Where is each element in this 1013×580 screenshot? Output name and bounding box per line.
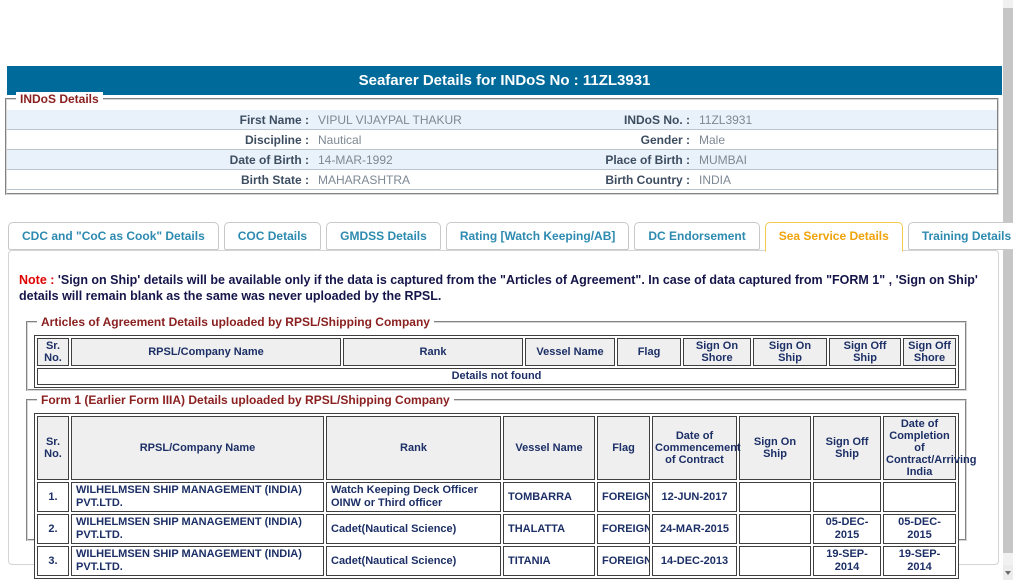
form1-header-completion: Date of Completion of Contract/Arriving … <box>883 416 956 480</box>
gender-label: Gender : <box>564 130 690 149</box>
tab-rating-watch-keeping[interactable]: Rating [Watch Keeping/AB] <box>446 222 630 250</box>
row3-flag: FOREIGN <box>597 546 650 576</box>
articles-header-flag: Flag <box>617 338 681 366</box>
row1-rank: Watch Keeping Deck Officer OINW or Third… <box>326 482 501 512</box>
row3-sign-off-ship: 19-SEP-2014 <box>813 546 881 576</box>
row2-commencement: 24-MAR-2015 <box>652 514 737 544</box>
tab-coc-details[interactable]: COC Details <box>224 222 321 250</box>
form1-row-2: 2. WILHELMSEN SHIP MANAGEMENT (INDIA) PV… <box>37 514 956 544</box>
gender-value: Male <box>690 130 997 149</box>
form1-header-vessel: Vessel Name <box>503 416 595 480</box>
form1-header-sign-off-ship: Sign Off Ship <box>813 416 881 480</box>
page-title: Seafarer Details for INDoS No : 11ZL3931 <box>7 66 1002 95</box>
row1-company: WILHELMSEN SHIP MANAGEMENT (INDIA) PVT.L… <box>71 482 324 512</box>
row1-flag: FOREIGN <box>597 482 650 512</box>
vertical-scrollbar[interactable] <box>1003 0 1013 580</box>
indos-details-fieldset: INDoS Details First Name : VIPUL VIJAYPA… <box>5 98 999 195</box>
articles-empty-row: Details not found <box>37 368 956 385</box>
row3-sign-on-ship <box>739 546 811 576</box>
articles-header-sign-on-shore: Sign On Shore <box>683 338 751 366</box>
scroll-down-button[interactable] <box>1003 565 1013 580</box>
tab-cdc-coc-as-cook[interactable]: CDC and "CoC as Cook" Details <box>8 222 219 250</box>
row1-commencement: 12-JUN-2017 <box>652 482 737 512</box>
row2-vessel: THALATTA <box>503 514 595 544</box>
first-name-value: VIPUL VIJAYPAL THAKUR <box>309 110 564 129</box>
row1-sr-no: 1. <box>37 482 69 512</box>
tab-gmdss-details[interactable]: GMDSS Details <box>326 222 441 250</box>
form1-header-rank: Rank <box>326 416 501 480</box>
articles-legend: Articles of Agreement Details uploaded b… <box>37 315 434 329</box>
birth-country-value: INDIA <box>690 170 997 189</box>
articles-table: Sr. No. RPSL/Company Name Rank Vessel Na… <box>34 335 959 388</box>
articles-header-sign-off-ship: Sign Off Ship <box>829 338 901 366</box>
row1-vessel: TOMBARRA <box>503 482 595 512</box>
form1-header-sr-no: Sr. No. <box>37 416 69 480</box>
details-not-found-message: Details not found <box>37 368 956 385</box>
articles-header-company: RPSL/Company Name <box>71 338 341 366</box>
sign-on-ship-note: Note : 'Sign on Ship' details will be av… <box>19 273 987 304</box>
row1-completion <box>883 482 956 512</box>
indos-details-legend: INDoS Details <box>16 92 103 106</box>
row2-sign-on-ship <box>739 514 811 544</box>
form1-row-3: 3. WILHELMSEN SHIP MANAGEMENT (INDIA) PV… <box>37 546 956 576</box>
date-of-birth-value: 14-MAR-1992 <box>309 150 564 169</box>
form1-header-row: Sr. No. RPSL/Company Name Rank Vessel Na… <box>37 416 956 480</box>
date-of-birth-label: Date of Birth : <box>7 150 309 169</box>
row2-sign-off-ship: 05-DEC-2015 <box>813 514 881 544</box>
scrollbar-thumb[interactable] <box>1003 8 1013 553</box>
tab-dc-endorsement[interactable]: DC Endorsement <box>634 222 759 250</box>
articles-header-vessel: Vessel Name <box>525 338 615 366</box>
articles-header-rank: Rank <box>343 338 523 366</box>
arrow-down-icon <box>1005 571 1011 575</box>
indos-row-name: First Name : VIPUL VIJAYPAL THAKUR INDoS… <box>7 110 997 130</box>
form1-header-sign-on-ship: Sign On Ship <box>739 416 811 480</box>
form1-legend: Form 1 (Earlier Form IIIA) Details uploa… <box>37 393 454 407</box>
row3-commencement: 14-DEC-2013 <box>652 546 737 576</box>
note-text: 'Sign on Ship' details will be available… <box>19 273 978 303</box>
form1-fieldset: Form 1 (Earlier Form IIIA) Details uploa… <box>26 399 967 541</box>
row2-sr-no: 2. <box>37 514 69 544</box>
detail-tabs: CDC and "CoC as Cook" Details COC Detail… <box>8 222 1013 252</box>
indos-details-rows: First Name : VIPUL VIJAYPAL THAKUR INDoS… <box>7 110 997 190</box>
form1-header-flag: Flag <box>597 416 650 480</box>
form1-header-company: RPSL/Company Name <box>71 416 324 480</box>
indos-row-discipline: Discipline : Nautical Gender : Male <box>7 130 997 150</box>
row2-rank: Cadet(Nautical Science) <box>326 514 501 544</box>
tab-sea-service-details[interactable]: Sea Service Details <box>765 222 903 252</box>
indos-row-state: Birth State : MAHARASHTRA Birth Country … <box>7 170 997 190</box>
row2-flag: FOREIGN <box>597 514 650 544</box>
form1-table: Sr. No. RPSL/Company Name Rank Vessel Na… <box>34 413 959 579</box>
row3-sr-no: 3. <box>37 546 69 576</box>
articles-header-sign-on-ship: Sign On Ship <box>753 338 827 366</box>
row1-sign-on-ship <box>739 482 811 512</box>
tab-training-details[interactable]: Training Details <box>908 222 1013 250</box>
row2-completion: 05-DEC-2015 <box>883 514 956 544</box>
articles-header-row: Sr. No. RPSL/Company Name Rank Vessel Na… <box>37 338 956 366</box>
form1-header-commencement: Date of Commencement of Contract <box>652 416 737 480</box>
indos-no-label: INDoS No. : <box>564 110 690 129</box>
indos-no-value: 11ZL3931 <box>690 110 997 129</box>
birth-state-label: Birth State : <box>7 170 309 189</box>
row2-company: WILHELMSEN SHIP MANAGEMENT (INDIA) PVT.L… <box>71 514 324 544</box>
note-prefix: Note : <box>19 273 54 287</box>
discipline-value: Nautical <box>309 130 564 149</box>
form1-row-1: 1. WILHELMSEN SHIP MANAGEMENT (INDIA) PV… <box>37 482 956 512</box>
articles-of-agreement-fieldset: Articles of Agreement Details uploaded b… <box>26 321 967 391</box>
discipline-label: Discipline : <box>7 130 309 149</box>
row3-rank: Cadet(Nautical Science) <box>326 546 501 576</box>
place-of-birth-value: MUMBAI <box>690 150 997 169</box>
birth-state-value: MAHARASHTRA <box>309 170 564 189</box>
articles-header-sr-no: Sr. No. <box>37 338 69 366</box>
row3-company: WILHELMSEN SHIP MANAGEMENT (INDIA) PVT.L… <box>71 546 324 576</box>
articles-header-sign-off-shore: Sign Off Shore <box>903 338 956 366</box>
first-name-label: First Name : <box>7 110 309 129</box>
row3-vessel: TITANIA <box>503 546 595 576</box>
row1-sign-off-ship <box>813 482 881 512</box>
place-of-birth-label: Place of Birth : <box>564 150 690 169</box>
indos-row-birth: Date of Birth : 14-MAR-1992 Place of Bir… <box>7 150 997 170</box>
birth-country-label: Birth Country : <box>564 170 690 189</box>
sea-service-panel: Note : 'Sign on Ship' details will be av… <box>8 250 999 565</box>
row3-completion: 19-SEP-2014 <box>883 546 956 576</box>
